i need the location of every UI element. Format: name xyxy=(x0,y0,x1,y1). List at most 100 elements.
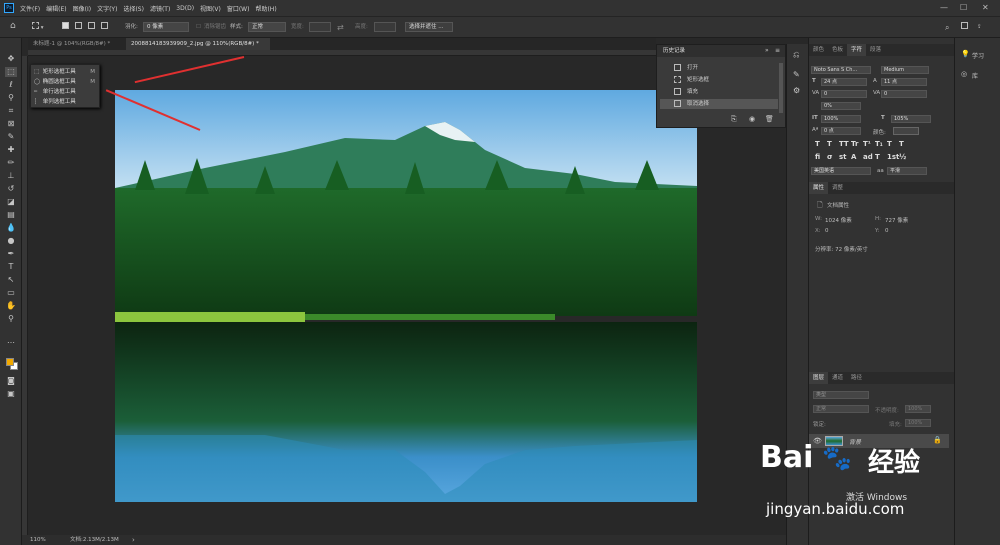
zoom-tool-icon[interactable]: ⚲ xyxy=(5,314,17,324)
tab-layers[interactable]: 图层 xyxy=(809,372,829,384)
opentype-button-0[interactable]: fi xyxy=(815,153,820,161)
tab-paths[interactable]: 路径 xyxy=(847,372,866,384)
library-button[interactable]: 库 xyxy=(972,71,978,80)
screen-mode-icon[interactable]: ▣ xyxy=(5,389,17,399)
menu-filter[interactable]: 滤镜(T) xyxy=(150,4,170,13)
more-tools-icon[interactable]: … xyxy=(5,336,17,346)
horizontal-ruler[interactable] xyxy=(28,50,656,56)
crop-tool-icon[interactable]: ⌗ xyxy=(5,106,17,116)
font-size-input[interactable]: 24 点 xyxy=(821,78,867,86)
tab-paragraph[interactable]: 段落 xyxy=(866,44,885,56)
eraser-tool-icon[interactable]: ◪ xyxy=(5,197,17,207)
minimize-button[interactable]: — xyxy=(940,3,948,12)
history-item-open[interactable]: 打开 xyxy=(660,63,778,73)
marquee-tool-icon[interactable]: ⬚ xyxy=(5,67,17,77)
tab-untitled[interactable]: 未标题-1 @ 104%(RGB/8#) * × xyxy=(28,38,124,59)
workspace-icon[interactable] xyxy=(961,22,968,33)
menu-window[interactable]: 窗口(W) xyxy=(227,4,250,13)
tab-channels[interactable]: 通道 xyxy=(828,372,847,384)
zoom-level[interactable]: 110% xyxy=(30,535,46,545)
hand-tool-icon[interactable]: ✋ xyxy=(5,301,17,311)
opentype-button-6[interactable]: 1st xyxy=(887,153,899,161)
add-selection-icon[interactable] xyxy=(75,22,82,33)
history-item-rect-marquee[interactable]: 矩形选框 xyxy=(660,75,778,85)
width-input[interactable] xyxy=(309,22,331,32)
blur-tool-icon[interactable]: 💧 xyxy=(5,223,17,233)
horizontal-scale-input[interactable]: 105% xyxy=(891,115,931,123)
history-brush-tool-icon[interactable]: ↺ xyxy=(5,184,17,194)
baseline-input[interactable]: 0 点 xyxy=(821,127,861,135)
share-icon[interactable]: ⇪ xyxy=(977,22,982,33)
flyout-rect-marquee[interactable]: ⬚ 矩形选框工具 M xyxy=(34,68,98,77)
quick-mask-icon[interactable]: ◙ xyxy=(5,376,17,386)
vertical-ruler[interactable] xyxy=(22,56,28,535)
tab-character[interactable]: 字符 xyxy=(847,44,867,56)
font-family-select[interactable]: Noto Sans S Ch... xyxy=(811,66,871,74)
opentype-button-5[interactable]: T xyxy=(875,153,880,161)
x-value[interactable]: 0 xyxy=(825,228,829,234)
frame-tool-icon[interactable]: ⊠ xyxy=(5,119,17,129)
menu-view[interactable]: 视图(V) xyxy=(200,4,221,13)
status-arrow-icon[interactable]: › xyxy=(132,535,135,545)
text-style-button-2[interactable]: TT xyxy=(839,140,849,148)
vertical-scale-input[interactable]: 100% xyxy=(821,115,861,123)
blend-mode-select[interactable]: 正常 xyxy=(813,405,869,413)
eyedropper-tool-icon[interactable]: ✎ xyxy=(5,132,17,142)
opentype-button-7[interactable]: ½ xyxy=(899,153,906,161)
language-select[interactable]: 美国英语 xyxy=(811,167,871,175)
text-style-button-0[interactable]: T xyxy=(815,140,820,148)
font-weight-select[interactable]: Medium xyxy=(881,66,929,74)
height-input[interactable] xyxy=(374,22,396,32)
opentype-button-4[interactable]: ad xyxy=(863,153,873,161)
healing-tool-icon[interactable]: ✚ xyxy=(5,145,17,155)
menu-image[interactable]: 图像(I) xyxy=(73,4,91,13)
opentype-button-3[interactable]: A xyxy=(851,153,856,161)
tab-landscape-jpg[interactable]: 2008814183939909_2.jpg @ 110%(RGB/8#) * … xyxy=(126,38,270,59)
menu-type[interactable]: 文字(Y) xyxy=(97,4,117,13)
menu-help[interactable]: 帮助(H) xyxy=(255,4,276,13)
subtract-selection-icon[interactable] xyxy=(88,22,95,33)
text-style-button-3[interactable]: Tr xyxy=(851,140,858,148)
fill-input[interactable]: 100% xyxy=(905,419,931,427)
history-item-deselect[interactable]: 取消选择 xyxy=(660,99,778,109)
brush-tool-icon[interactable]: ✏ xyxy=(5,158,17,168)
shape-tool-icon[interactable]: ▭ xyxy=(5,288,17,298)
collapse-icon[interactable]: » xyxy=(765,47,769,54)
antialias-select[interactable]: 平滑 xyxy=(887,167,927,175)
move-tool-icon[interactable]: ✥ xyxy=(5,54,17,64)
leading-input[interactable]: 11 点 xyxy=(881,78,927,86)
history-panel-icon[interactable]: ⎌ xyxy=(793,50,799,60)
menu-edit[interactable]: 编辑(E) xyxy=(46,4,66,13)
quick-select-tool-icon[interactable]: ⚲ xyxy=(5,93,17,103)
snapshot-icon[interactable]: ◉ xyxy=(749,115,755,123)
tab-adjustments[interactable]: 调整 xyxy=(828,182,847,194)
feather-input[interactable]: 0 像素 xyxy=(143,22,189,32)
opacity-input[interactable]: 100% xyxy=(905,405,931,413)
text-color-swatch[interactable] xyxy=(893,127,919,135)
tab-swatches[interactable]: 色板 xyxy=(828,44,847,56)
antialias-checkbox[interactable]: ☐ xyxy=(196,22,201,33)
document-image[interactable] xyxy=(115,90,697,502)
kerning-input[interactable]: 0 xyxy=(821,90,867,98)
gradient-tool-icon[interactable]: ▤ xyxy=(5,210,17,220)
learn-button[interactable]: 学习 xyxy=(972,51,984,60)
flyout-ellipse-marquee[interactable]: ◯ 椭圆选框工具 M xyxy=(34,78,98,87)
dodge-tool-icon[interactable]: ● xyxy=(5,236,17,246)
trash-icon[interactable]: 🗑 xyxy=(765,115,774,123)
opentype-button-2[interactable]: st xyxy=(839,153,847,161)
y-value[interactable]: 0 xyxy=(885,228,889,234)
menu-file[interactable]: 文件(F) xyxy=(20,4,40,13)
flyout-row-marquee[interactable]: ┅ 单行选框工具 xyxy=(34,88,98,97)
tab-properties[interactable]: 属性 xyxy=(809,182,829,194)
panel-menu-icon[interactable]: ≡ xyxy=(775,47,780,54)
flyout-column-marquee[interactable]: ┆ 单列选框工具 xyxy=(34,98,98,107)
layer-filter-select[interactable]: 类型 xyxy=(813,391,869,399)
history-scrollbar[interactable] xyxy=(779,63,783,113)
opentype-button-1[interactable]: σ xyxy=(827,153,832,161)
adjust-icon[interactable]: ⚙ xyxy=(793,86,800,95)
swap-icon[interactable]: ⇄ xyxy=(337,22,344,33)
brush-settings-icon[interactable]: ✎ xyxy=(793,70,800,79)
home-icon[interactable]: ⌂ xyxy=(10,22,16,33)
lasso-tool-icon[interactable]: ℓ xyxy=(5,80,17,90)
width-value[interactable]: 1024 像素 xyxy=(825,216,852,224)
